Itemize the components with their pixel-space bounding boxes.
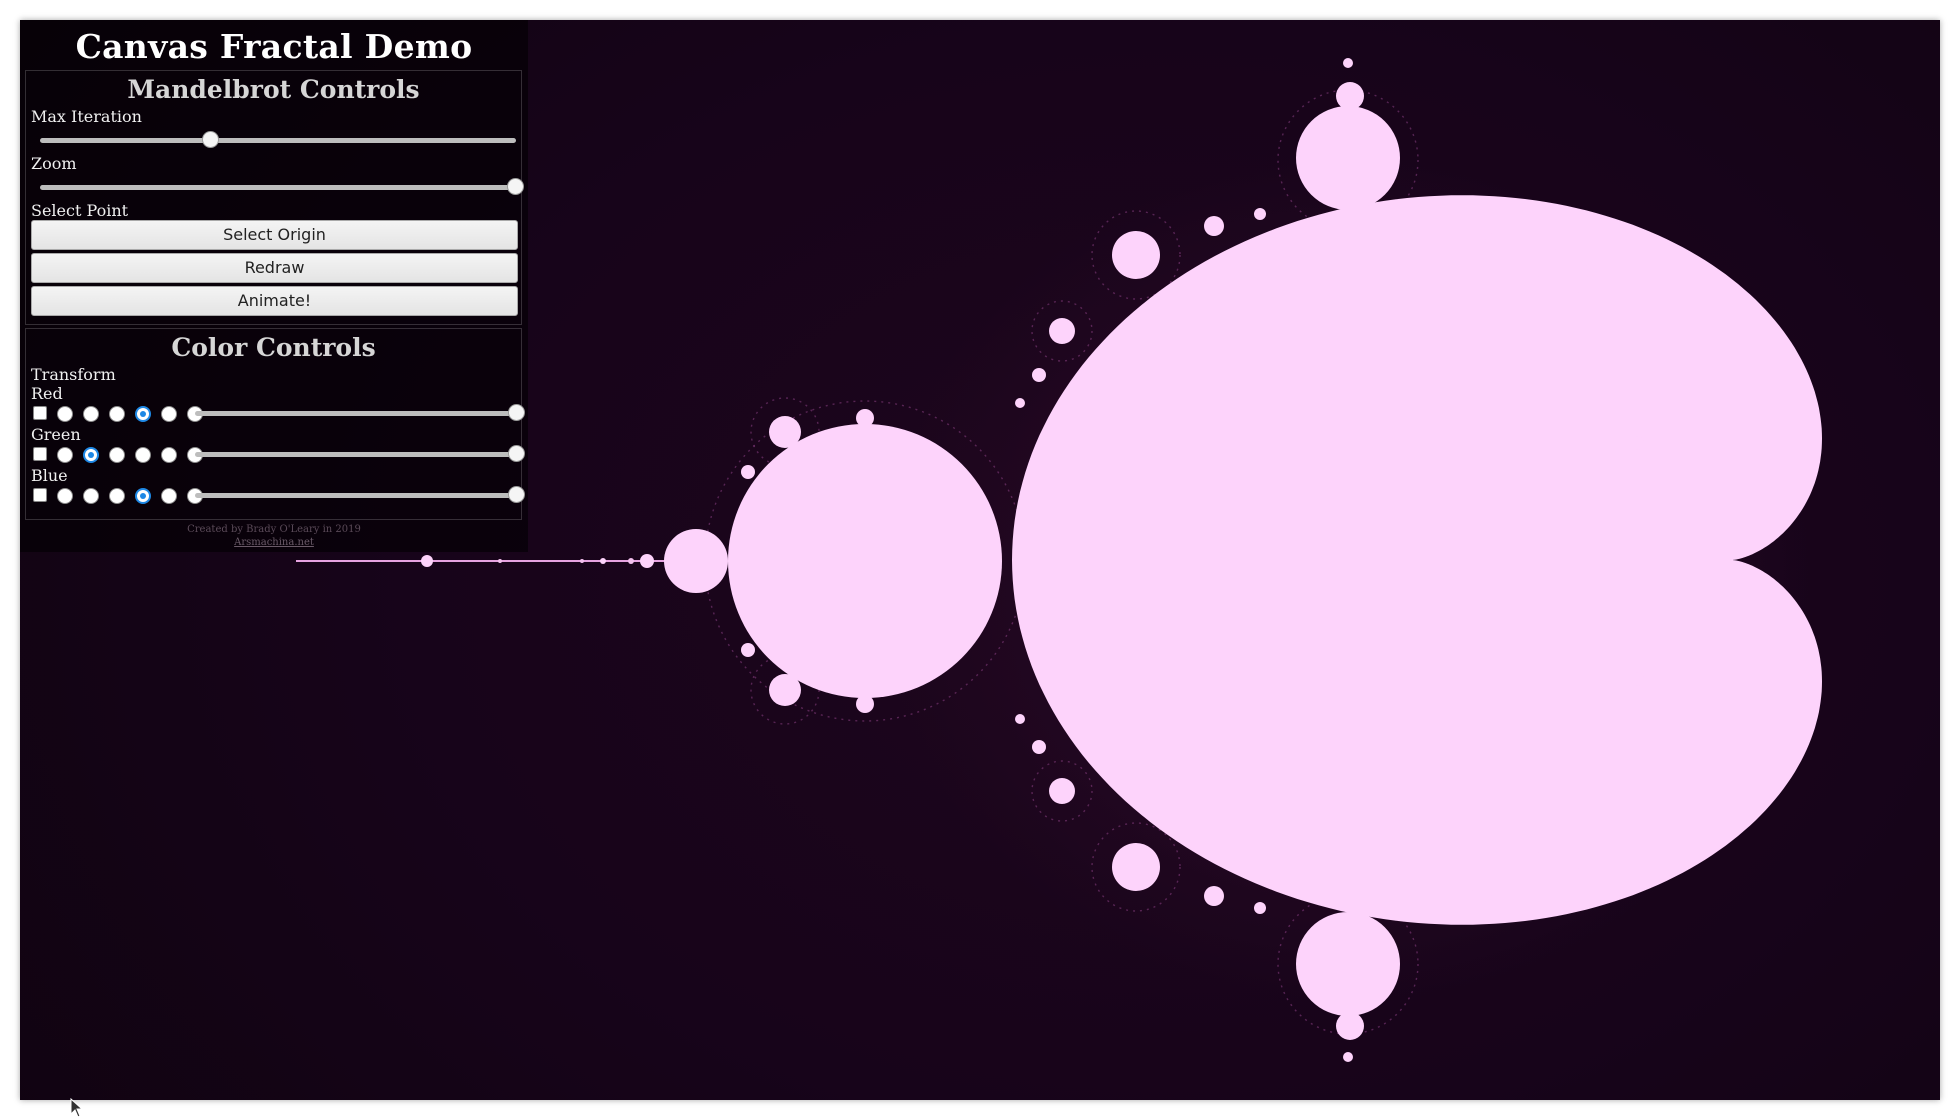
- fractal-bulb: [1538, 824, 1588, 874]
- credits: Created by Brady O'Leary in 2019 Arsmach…: [20, 523, 528, 549]
- fractal-canvas[interactable]: Canvas Fractal Demo Mandelbrot Controls …: [20, 20, 1940, 1100]
- fractal-bulb: [856, 695, 874, 713]
- select-point-label: Select Point: [31, 201, 129, 220]
- fractal-bulb: [600, 558, 606, 564]
- fractal-bulb: [421, 555, 433, 567]
- max-iteration-slider[interactable]: [26, 126, 521, 154]
- fractal-bulb: [1112, 231, 1160, 279]
- fractal-bulb: [1032, 740, 1046, 754]
- fractal-bulb: [664, 529, 728, 593]
- fractal-bulb: [1630, 672, 1644, 686]
- max-iteration-label: Max Iteration: [31, 107, 142, 126]
- mouse-pointer-icon: [70, 1098, 84, 1118]
- fractal-bulb: [1049, 778, 1075, 804]
- blue-intensity-slider[interactable]: [26, 481, 525, 509]
- fractal-bulb: [1015, 398, 1025, 408]
- fractal-bulb: [498, 559, 502, 563]
- fractal-bulb: [1336, 82, 1364, 110]
- fractal-bulb: [1112, 843, 1160, 891]
- fractal-bulb: [1432, 212, 1444, 224]
- red-intensity-slider[interactable]: [26, 399, 525, 427]
- fractal-bulb: [1032, 368, 1046, 382]
- slider-track: [195, 493, 517, 498]
- fractal-bulb: [1343, 58, 1353, 68]
- fractal-bulb: [1296, 912, 1400, 1016]
- fractal-bulb: [769, 416, 801, 448]
- blue-channel-row: [26, 485, 525, 510]
- slider-thumb[interactable]: [508, 404, 525, 421]
- select-origin-button[interactable]: Select Origin: [31, 220, 518, 250]
- zoom-slider[interactable]: [26, 173, 524, 201]
- color-controls-section: Color Controls Transform Red Green Blue: [25, 328, 525, 520]
- mandelbrot-controls-heading: Mandelbrot Controls: [127, 75, 420, 104]
- redraw-button[interactable]: Redraw: [31, 253, 518, 283]
- fractal-bulb: [769, 674, 801, 706]
- green-channel-row: [26, 444, 525, 469]
- transform-label: Transform: [31, 365, 116, 384]
- credits-text: Created by Brady O'Leary in 2019: [187, 524, 361, 535]
- fractal-bulb: [1538, 248, 1588, 298]
- fractal-bulb: [1472, 220, 1492, 240]
- fractal-bulb: [628, 558, 634, 564]
- fractal-bulb: [1296, 106, 1400, 210]
- slider-thumb[interactable]: [508, 486, 525, 503]
- mandelbrot-controls-section: Mandelbrot Controls Max Iteration Zoom S…: [25, 70, 524, 325]
- fractal-bulb: [1630, 436, 1644, 450]
- fractal-bulb: [1049, 318, 1075, 344]
- fractal-bulb: [580, 559, 584, 563]
- animate-button[interactable]: Animate!: [31, 286, 518, 316]
- slider-track: [40, 138, 516, 143]
- slider-thumb[interactable]: [507, 178, 524, 195]
- red-channel-row: [26, 403, 525, 428]
- fractal-bulb: [1254, 208, 1266, 220]
- fractal-bulb: [1343, 1052, 1353, 1062]
- fractal-bulb: [728, 424, 1002, 698]
- green-intensity-slider[interactable]: [26, 440, 525, 468]
- fractal-bulb: [1607, 729, 1635, 757]
- slider-thumb[interactable]: [202, 131, 220, 148]
- color-controls-heading: Color Controls: [171, 333, 376, 362]
- slider-thumb[interactable]: [508, 445, 525, 462]
- slider-track: [40, 185, 516, 190]
- fractal-bulb: [741, 643, 755, 657]
- fractal-bulb: [640, 554, 654, 568]
- fractal-bulb: [856, 409, 874, 427]
- slider-track: [195, 411, 517, 416]
- main-cardioid: [1012, 195, 1822, 925]
- fractal-bulb: [1607, 365, 1635, 393]
- fractal-bulb: [1336, 1012, 1364, 1040]
- fractal-bulb: [1472, 882, 1492, 902]
- fractal-bulb: [1204, 216, 1224, 236]
- slider-track: [195, 452, 517, 457]
- page-title: Canvas Fractal Demo: [75, 27, 473, 66]
- control-panel: Canvas Fractal Demo Mandelbrot Controls …: [20, 20, 528, 552]
- credits-link[interactable]: Arsmachina.net: [234, 537, 314, 548]
- fractal-bulb: [1432, 898, 1444, 910]
- zoom-label: Zoom: [31, 154, 77, 173]
- fractal-bulb: [1204, 886, 1224, 906]
- fractal-bulb: [1015, 714, 1025, 724]
- fractal-bulb: [1254, 902, 1266, 914]
- fractal-bulb: [741, 465, 755, 479]
